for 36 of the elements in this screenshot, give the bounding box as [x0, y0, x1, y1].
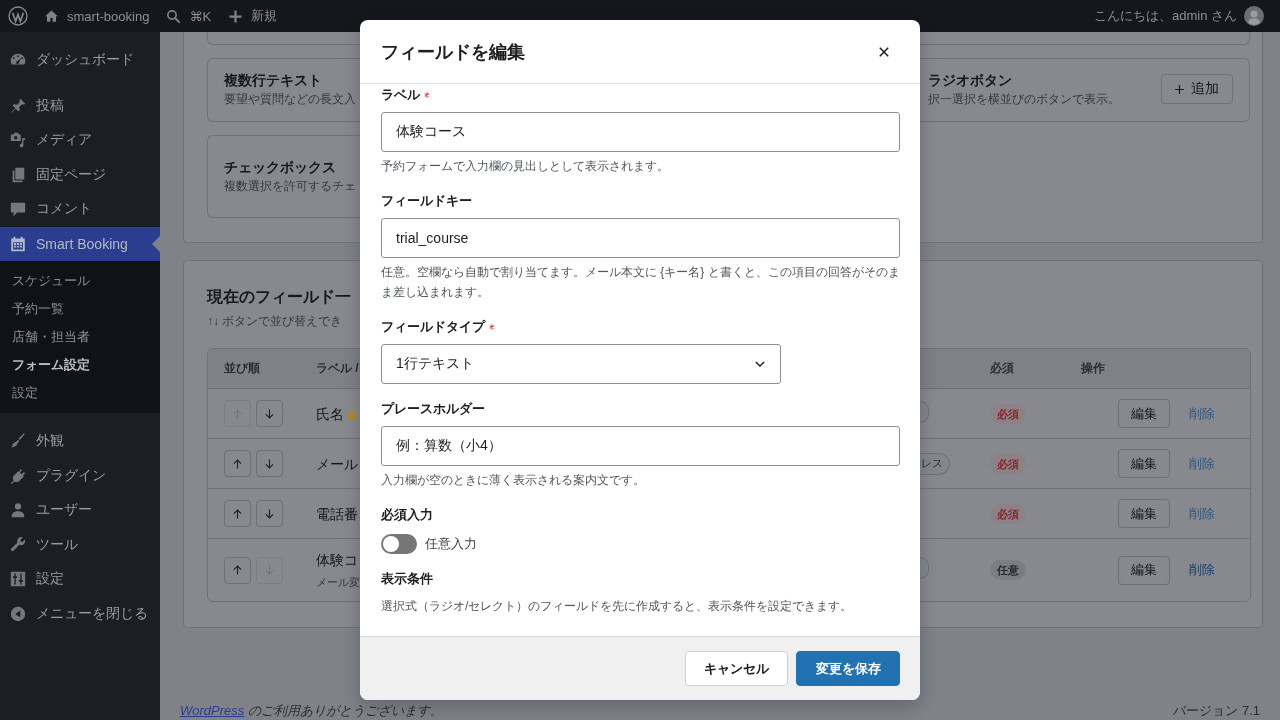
section-subtitle: ↑↓ ボタンで並び替えでき: [207, 313, 343, 330]
required-badge: 必須: [990, 453, 1026, 474]
card-description: 要望や質問などの長文入: [224, 91, 356, 108]
table-cell-text: 氏名: [316, 404, 344, 424]
help-text: 入力欄が空のときに薄く表示される案内文です。: [381, 472, 646, 489]
required-badge: 必須: [990, 503, 1026, 524]
field-label: ラベル: [381, 86, 420, 104]
version-text: バージョン 7.1: [1173, 702, 1260, 720]
card-title: ラジオボタン: [928, 71, 1012, 90]
section-title: 現在のフィールド一: [207, 287, 351, 307]
table-cell-text: 電話番: [316, 504, 358, 524]
help-text: 任意。空欄なら自動で割り当てます。メール本文に {キー名} と書くと、この項目の回答がそのまま差し込まれます。: [381, 264, 900, 301]
field-label: フィールドタイプ: [381, 318, 485, 336]
column-header: ラベル /: [316, 360, 359, 377]
column-header: 必須: [990, 360, 1014, 377]
help-text: 選択式（ラジオ/セレクト）のフィールドを先に作成すると、表示条件を設定できます。: [381, 598, 854, 615]
field-note: メール変: [316, 575, 360, 590]
card-title: チェックボックス: [224, 157, 336, 177]
required-badge: 必須: [990, 403, 1026, 424]
dialog-title: フィールドを編集: [381, 40, 525, 64]
card-description: 択一選択を横並びのボタンで表示。: [928, 91, 1120, 108]
table-cell-text: メール: [316, 454, 358, 474]
card-description: 複数選択を許可するチェ: [224, 177, 356, 195]
required-badge: 任意: [990, 560, 1026, 580]
toggle-label: 任意入力: [425, 535, 477, 553]
column-header: 並び順: [223, 360, 260, 377]
footer-thanks-text: WordPress のご利用ありがとうございます。: [180, 702, 443, 720]
field-label: フィールドキー: [381, 192, 472, 210]
card-title: 複数行テキスト: [224, 71, 322, 90]
field-label: 表示条件: [381, 570, 433, 588]
field-label: 必須入力: [381, 506, 433, 524]
type-tag: レス: [920, 452, 950, 475]
field-label: プレースホルダー: [381, 400, 485, 418]
table-cell-text: 体験コ: [316, 551, 358, 570]
column-header: 操作: [1081, 360, 1105, 377]
help-text: 予約フォームで入力欄の見出しとして表示されます。: [381, 158, 670, 175]
